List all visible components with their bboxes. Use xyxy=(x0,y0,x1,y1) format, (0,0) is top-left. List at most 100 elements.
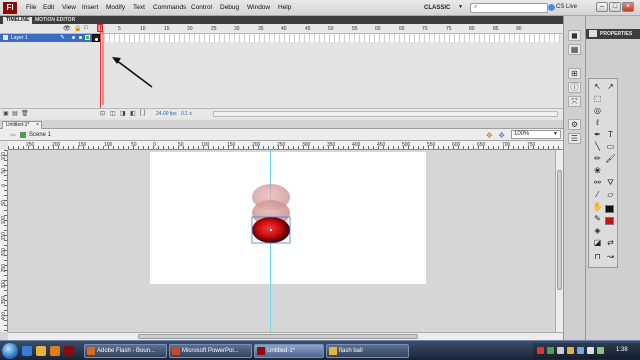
line-tool-icon[interactable]: ╲ xyxy=(592,141,603,152)
menu-text[interactable]: Text xyxy=(133,4,145,11)
edit-multiple-icon[interactable]: ◧ xyxy=(130,110,136,117)
pen-tool-icon[interactable]: ✒ xyxy=(592,129,603,140)
maximize-button[interactable]: □ xyxy=(609,2,621,12)
layer-name-cell[interactable]: Layer 1 ✎ xyxy=(0,34,100,42)
onion-outline-icon[interactable]: ◨ xyxy=(120,110,126,117)
volume-icon[interactable] xyxy=(587,347,594,354)
center-frame-icon[interactable]: ⊡ xyxy=(100,110,105,117)
smooth-icon[interactable]: ↝ xyxy=(605,251,616,262)
menu-control[interactable]: Control xyxy=(191,4,212,11)
stage-vertical-scrollbar[interactable] xyxy=(555,150,563,332)
paint-bucket-tool-icon[interactable]: ⛛ xyxy=(605,177,616,188)
lock-dot-icon[interactable] xyxy=(79,36,82,39)
transform-panel-icon[interactable]: ⤧ xyxy=(568,96,581,107)
library-panel-icon[interactable]: ☰ xyxy=(568,133,581,144)
subselection-tool-icon[interactable]: ↗ xyxy=(605,81,616,92)
menu-view[interactable]: View xyxy=(62,4,76,11)
menu-commands[interactable]: Commands xyxy=(153,4,186,11)
properties-tab[interactable]: PROPERTIES xyxy=(586,29,640,39)
close-button[interactable]: × xyxy=(622,2,634,12)
start-button[interactable] xyxy=(2,343,18,359)
flash-quicklaunch-icon[interactable] xyxy=(64,346,74,356)
outline-color-icon[interactable] xyxy=(85,35,90,40)
delete-icon[interactable]: 🗑 xyxy=(21,110,29,117)
text-tool-icon[interactable]: T xyxy=(605,129,616,140)
zoom-select[interactable]: 100% ▼ xyxy=(511,130,561,139)
ruler-top[interactable]: 250 200 150 100 50 0 50 100 150 200 250 … xyxy=(8,141,563,150)
chevron-down-icon[interactable]: ▼ xyxy=(458,4,463,10)
tray-icon[interactable] xyxy=(577,347,584,354)
lasso-tool-icon[interactable]: ℓ xyxy=(592,117,603,128)
scroll-thumb[interactable] xyxy=(138,334,418,339)
folder-icon[interactable] xyxy=(36,346,46,356)
eyedropper-tool-icon[interactable]: ⁄ xyxy=(592,189,603,200)
edit-scene-icon[interactable]: ✥ xyxy=(486,131,493,140)
cs-live-button[interactable]: CS Live xyxy=(556,4,577,10)
layer-row[interactable]: Layer 1 ✎ xyxy=(0,34,563,42)
black-white-icon[interactable]: ◪ xyxy=(592,237,603,248)
outline-icon[interactable]: □ xyxy=(84,25,88,31)
document-tab[interactable]: Untitled-1* × xyxy=(2,121,42,129)
search-input[interactable]: ⌕ xyxy=(470,3,548,13)
bone-tool-icon[interactable]: ⚯ xyxy=(592,177,603,188)
visibility-dot-icon[interactable] xyxy=(72,36,75,39)
swatches-panel-icon[interactable]: ▦ xyxy=(568,44,581,55)
lock-icon[interactable]: 🔒 xyxy=(74,25,81,32)
frame-ruler[interactable]: 5 10 15 20 25 30 35 40 45 50 55 60 65 70… xyxy=(100,24,560,34)
vertical-guide[interactable] xyxy=(270,150,271,332)
taskbar-item-folder[interactable]: flash ball xyxy=(326,344,409,358)
tray-icon[interactable] xyxy=(567,347,574,354)
snap-to-objects-icon[interactable]: ⊓ xyxy=(592,251,603,262)
stage-horizontal-scrollbar[interactable] xyxy=(8,332,563,340)
swap-colors-icon[interactable]: ⇄ xyxy=(605,237,616,248)
media-player-icon[interactable] xyxy=(50,346,60,356)
components-panel-icon[interactable]: ⚙ xyxy=(568,119,581,130)
tray-icon[interactable] xyxy=(547,347,554,354)
menu-modify[interactable]: Modify xyxy=(106,4,125,11)
menu-help[interactable]: Help xyxy=(278,4,291,11)
tab-motion-editor[interactable]: MOTION EDITOR xyxy=(32,17,78,24)
menu-file[interactable]: File xyxy=(26,4,36,11)
frame-rate[interactable]: 24.00 fps xyxy=(156,111,177,117)
free-transform-tool-icon[interactable]: ⬚ xyxy=(592,93,603,104)
onion-skin-icon[interactable]: ◫ xyxy=(110,110,116,117)
onion-markers-icon[interactable]: [ ] xyxy=(140,110,145,116)
taskbar-item-flash[interactable]: Adobe Flash - Boun... xyxy=(84,344,167,358)
stage-canvas[interactable] xyxy=(150,152,426,284)
new-folder-icon[interactable]: ▤ xyxy=(12,110,18,117)
align-panel-icon[interactable]: ⊞ xyxy=(568,68,581,79)
color-panel-icon[interactable]: ◼ xyxy=(568,30,581,41)
eraser-tool-icon[interactable]: ▱ xyxy=(605,189,616,200)
ie-icon[interactable] xyxy=(22,346,32,356)
taskbar-item-untitled[interactable]: Untitled-1* xyxy=(254,344,324,358)
taskbar-item-powerpoint[interactable]: Microsoft PowerPoi... xyxy=(169,344,252,358)
brush-tool-icon[interactable]: 🖌 xyxy=(605,153,616,164)
close-icon[interactable]: × xyxy=(36,122,39,129)
scene-breadcrumb[interactable]: Scene 1 xyxy=(29,132,51,138)
selection-tool-icon[interactable]: ↖ xyxy=(592,81,603,92)
new-layer-icon[interactable]: ▣ xyxy=(3,110,9,117)
hand-tool-icon[interactable]: ✋ xyxy=(592,201,603,212)
fill-color-swatch[interactable] xyxy=(605,217,614,225)
network-icon[interactable] xyxy=(557,347,564,354)
tab-timeline[interactable]: TIMELINE xyxy=(3,17,33,24)
edit-symbols-icon[interactable]: ❖ xyxy=(498,131,505,140)
menu-debug[interactable]: Debug xyxy=(220,4,239,11)
frame-cells[interactable] xyxy=(100,34,560,42)
info-panel-icon[interactable]: ⓘ xyxy=(568,82,581,93)
menu-edit[interactable]: Edit xyxy=(43,4,54,11)
3d-rotation-tool-icon[interactable]: ◎ xyxy=(592,105,603,116)
minimize-button[interactable]: – xyxy=(596,2,608,12)
timeline-scrollbar[interactable] xyxy=(213,111,558,117)
menu-insert[interactable]: Insert xyxy=(82,4,98,11)
tray-icon[interactable] xyxy=(537,347,544,354)
layer-name[interactable]: Layer 1 xyxy=(11,35,28,41)
rectangle-tool-icon[interactable]: ▭ xyxy=(605,141,616,152)
taskbar-clock[interactable]: 1:38 xyxy=(616,347,628,353)
pencil-tool-icon[interactable]: ✏ xyxy=(592,153,603,164)
eye-icon[interactable]: 👁 xyxy=(63,25,71,32)
back-arrow-icon[interactable]: ⇦ xyxy=(10,131,16,139)
deco-tool-icon[interactable]: ❀ xyxy=(592,165,603,176)
keyframe-cell[interactable] xyxy=(92,34,100,42)
tray-icon[interactable] xyxy=(597,347,604,354)
